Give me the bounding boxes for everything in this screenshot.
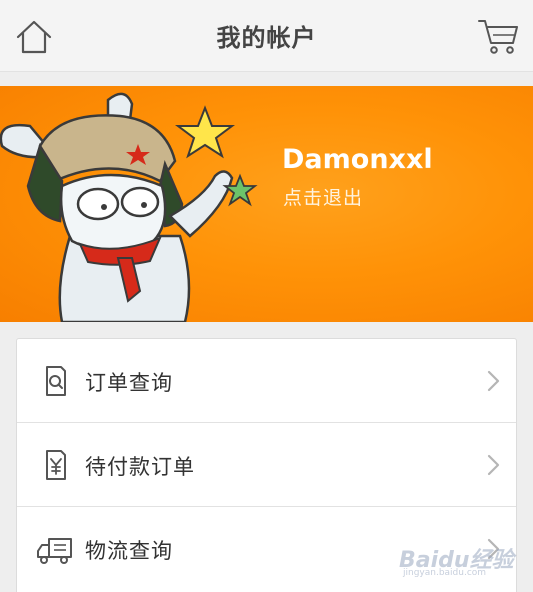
order-search-icon: [46, 366, 66, 396]
baidu-watermark: Baidu经验 jingyan.baidu.com: [399, 542, 519, 582]
menu-item-label: 待付款订单: [85, 455, 195, 479]
logout-link[interactable]: 点击退出: [283, 183, 363, 210]
username: Damonxxl: [282, 144, 433, 175]
delivery-truck-icon: [37, 538, 72, 564]
profile-banner: Damonxxl 点击退出: [0, 86, 533, 322]
menu-item-label: 物流查询: [85, 539, 173, 563]
chevron-right-icon: [487, 454, 500, 476]
menu-item-pending-payment[interactable]: 待付款订单: [17, 423, 516, 507]
mascot-avatar: [0, 92, 258, 322]
page-title: 我的帐户: [216, 24, 317, 52]
watermark-url: jingyan.baidu.com: [403, 568, 487, 578]
menu-item-label: 订单查询: [85, 371, 173, 395]
menu-item-order-search[interactable]: 订单查询: [17, 339, 516, 423]
top-bar: 我的帐户: [0, 0, 533, 72]
cart-icon[interactable]: [477, 16, 519, 56]
payment-pending-icon: [46, 450, 66, 480]
chevron-right-icon: [487, 370, 500, 392]
